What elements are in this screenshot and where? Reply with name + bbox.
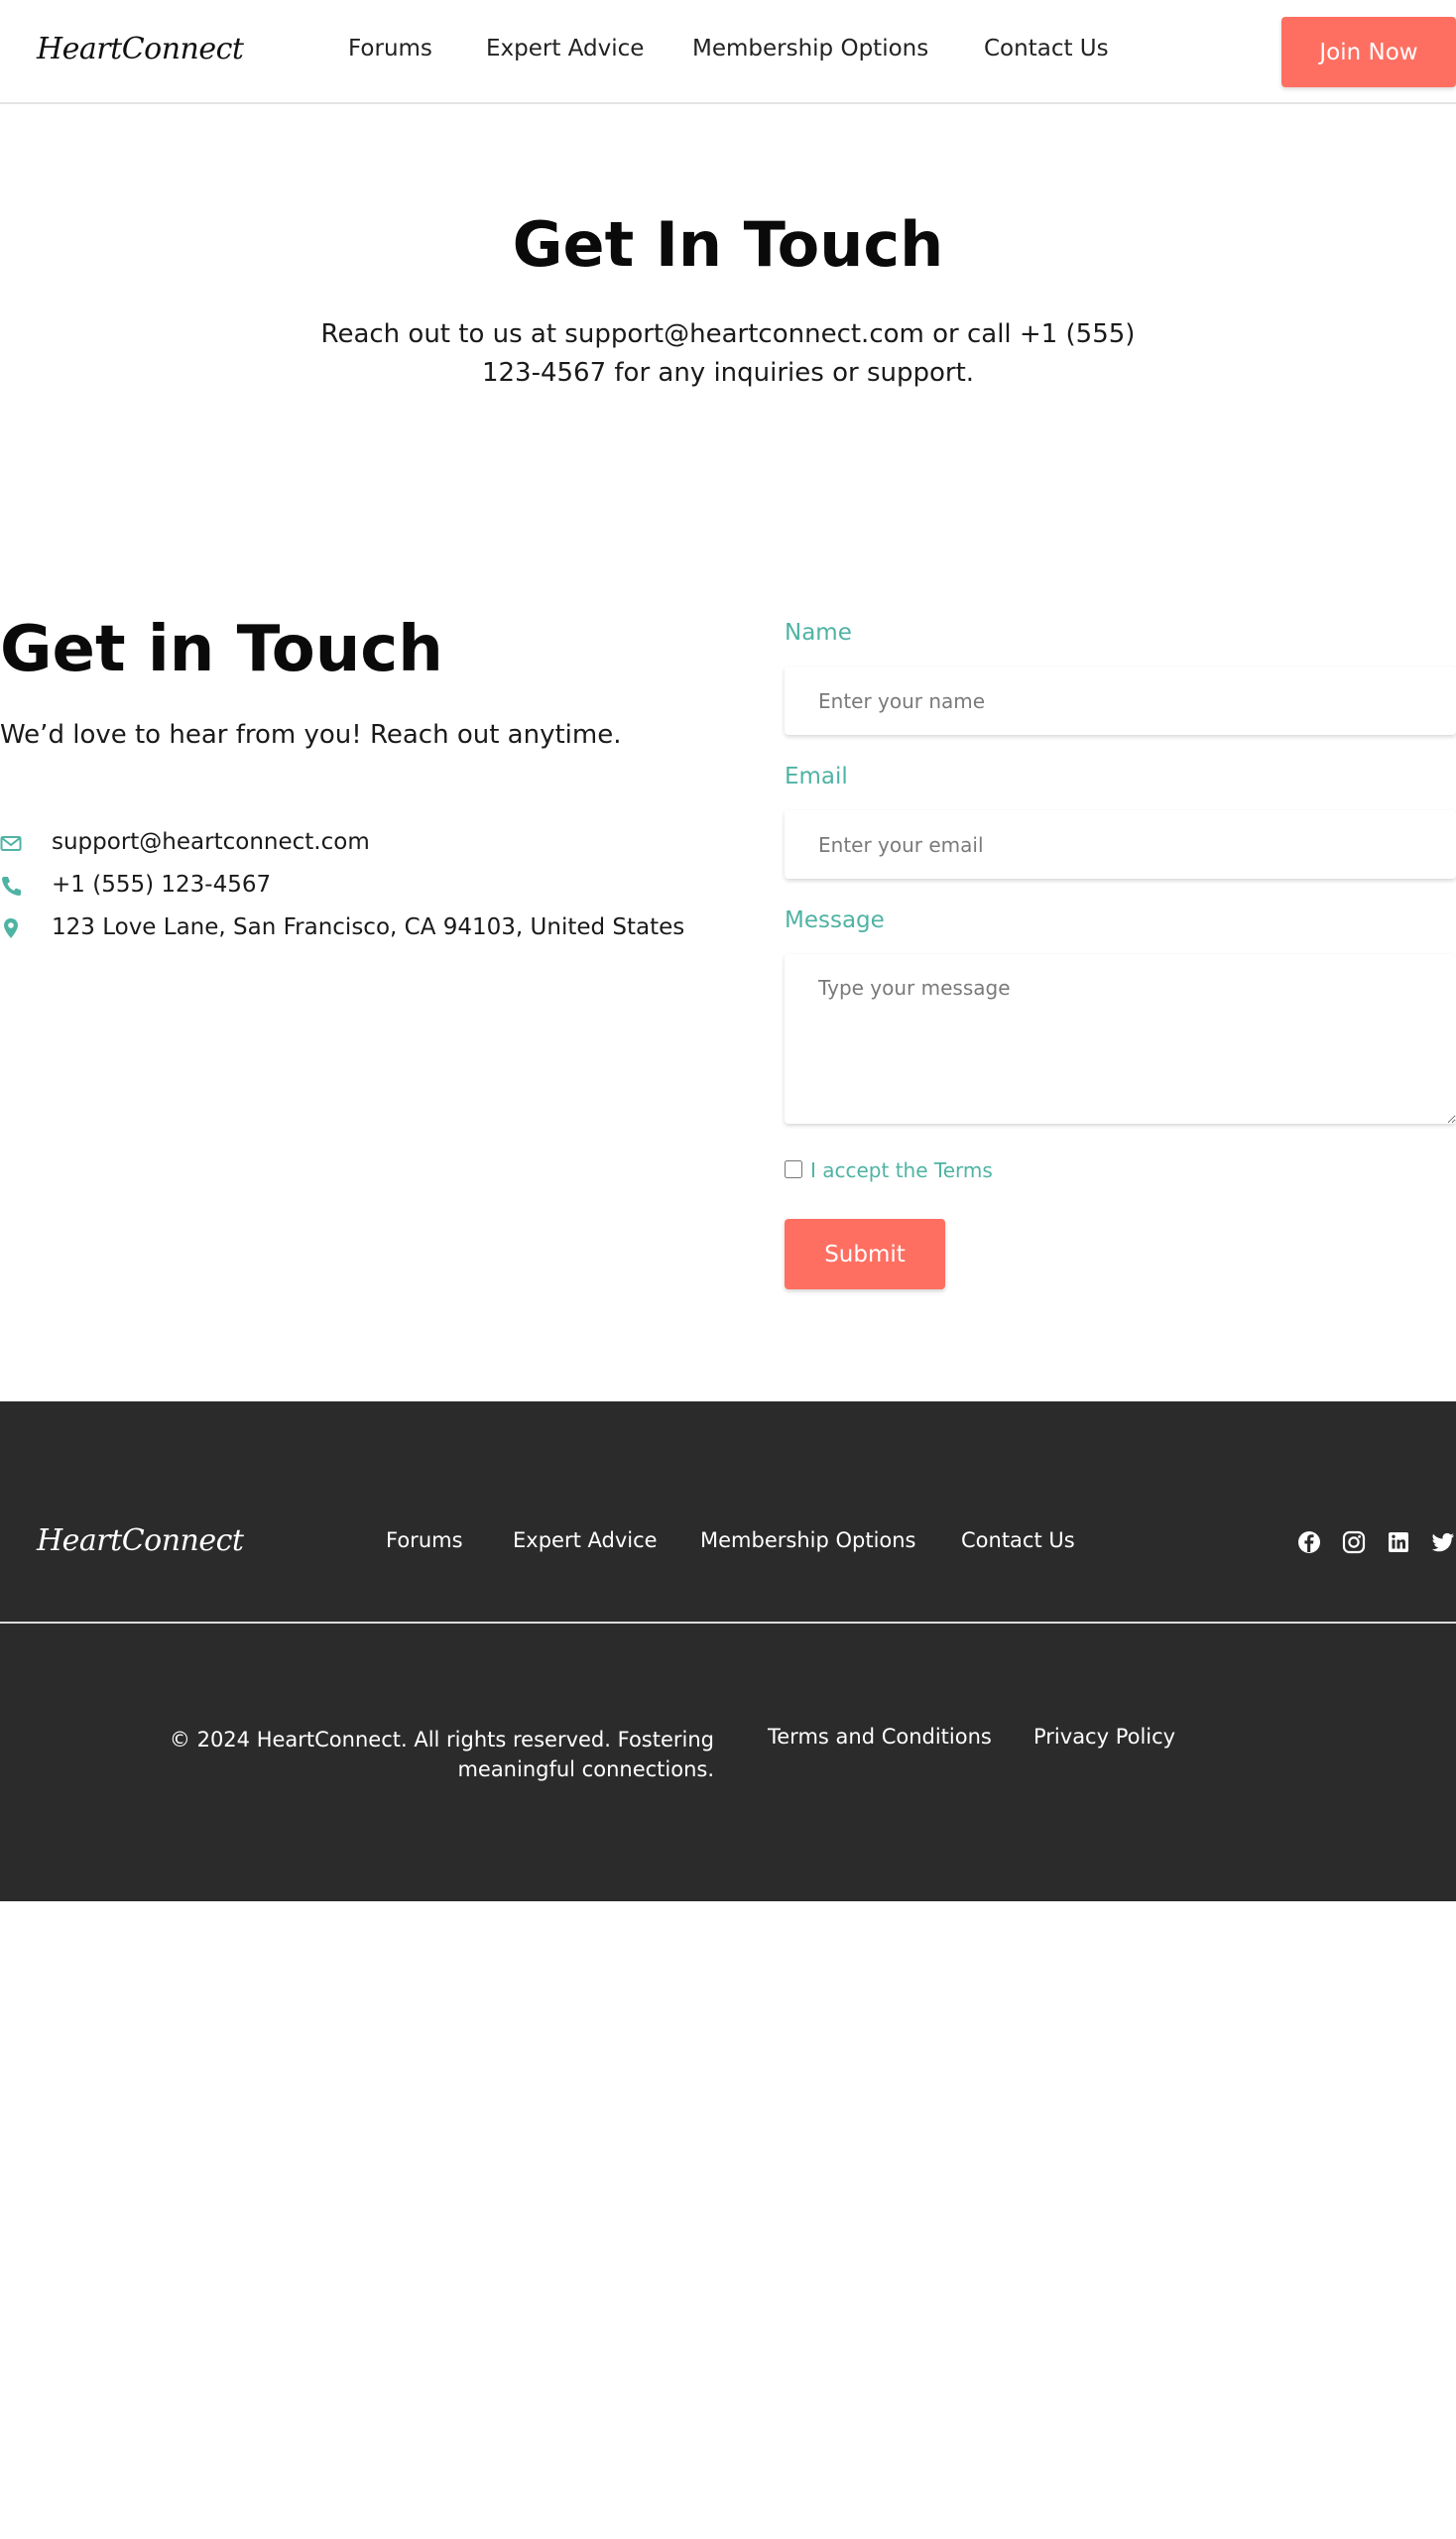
footer-logo[interactable]: HeartConnect: [37, 1523, 244, 1558]
nav-forums[interactable]: Forums: [348, 36, 432, 61]
nav-expert-advice[interactable]: Expert Advice: [486, 36, 644, 61]
contact-email[interactable]: support@heartconnect.com: [52, 829, 370, 855]
privacy-policy-link[interactable]: Privacy Policy: [1033, 1725, 1175, 1749]
name-input[interactable]: [785, 666, 1456, 735]
site-header: HeartConnect Forums Expert Advice Member…: [0, 0, 1456, 104]
message-textarea[interactable]: [785, 954, 1456, 1124]
footer-nav-membership-options[interactable]: Membership Options: [700, 1528, 916, 1552]
nav-membership-options[interactable]: Membership Options: [692, 36, 928, 61]
email-input[interactable]: [785, 810, 1456, 879]
submit-button[interactable]: Submit: [785, 1219, 945, 1289]
terms-and-conditions-link[interactable]: Terms and Conditions: [768, 1725, 992, 1749]
twitter-icon[interactable]: [1431, 1530, 1455, 1554]
join-now-button[interactable]: Join Now: [1281, 17, 1456, 87]
footer-nav-expert-advice[interactable]: Expert Advice: [513, 1528, 658, 1552]
contact-phone[interactable]: +1 (555) 123-4567: [52, 872, 271, 898]
hero-title: Get In Touch: [512, 208, 944, 281]
contact-subtitle: We’d love to hear from you! Reach out an…: [0, 720, 622, 750]
facebook-icon[interactable]: [1297, 1530, 1321, 1554]
footer-nav-contact-us[interactable]: Contact Us: [961, 1528, 1075, 1552]
linkedin-icon[interactable]: [1387, 1530, 1410, 1554]
name-label: Name: [785, 620, 852, 646]
main-nav: Forums Expert Advice Membership Options …: [0, 36, 1456, 67]
phone-icon: [2, 877, 21, 896]
contact-address: 123 Love Lane, San Francisco, CA 94103, …: [52, 914, 685, 940]
envelope-icon: [0, 836, 22, 851]
email-label: Email: [785, 764, 848, 789]
message-label: Message: [785, 907, 885, 933]
copyright-text: © 2024 HeartConnect. All rights reserved…: [169, 1728, 714, 1781]
terms-checkbox[interactable]: [785, 1160, 802, 1178]
map-pin-icon: [4, 918, 18, 938]
terms-label[interactable]: I accept the Terms: [810, 1158, 993, 1182]
contact-title: Get in Touch: [0, 613, 443, 686]
nav-contact-us[interactable]: Contact Us: [984, 36, 1109, 61]
footer-nav-forums[interactable]: Forums: [386, 1528, 463, 1552]
footer-divider: [0, 1622, 1456, 1624]
site-footer: HeartConnect Forums Expert Advice Member…: [0, 1401, 1456, 1901]
hero-text: Reach out to us at support@heartconnect.…: [320, 319, 1136, 388]
instagram-icon[interactable]: [1342, 1530, 1366, 1554]
